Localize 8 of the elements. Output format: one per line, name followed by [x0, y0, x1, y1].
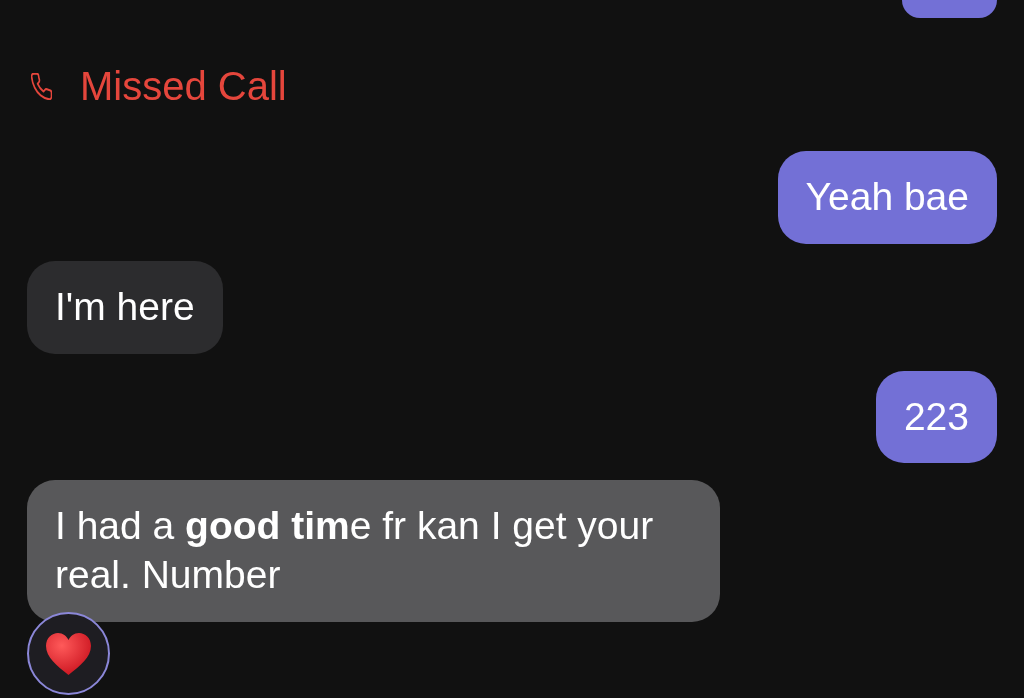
sent-message[interactable]: 223	[875, 370, 997, 464]
received-message[interactable]: I had a good time fr kan I get your real. Number	[27, 480, 720, 622]
heart-reaction-icon[interactable]	[27, 611, 110, 695]
phone-icon	[31, 72, 52, 100]
missed-call-label: Missed Call	[80, 64, 287, 108]
sent-message[interactable]: Yeah bae	[777, 151, 997, 244]
message-bubble[interactable]	[902, 0, 997, 18]
received-message[interactable]: I'm here	[27, 260, 223, 354]
